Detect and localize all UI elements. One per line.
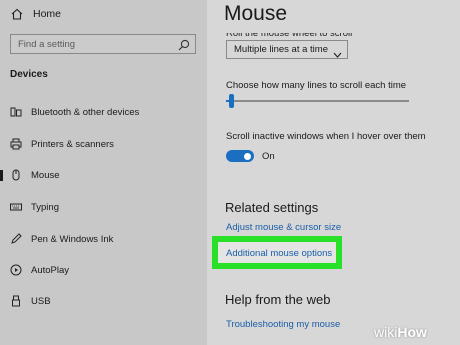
home-nav-item[interactable]: Home [10, 6, 61, 22]
sidebar-item-label: Mouse [31, 169, 60, 181]
help-heading: Help from the web [225, 292, 331, 307]
toggle-knob [244, 152, 251, 160]
lines-slider-label: Choose how many lines to scroll each tim… [226, 80, 407, 91]
troubleshooting-link[interactable]: Troubleshooting my mouse [226, 319, 340, 330]
toggle-state-label: On [262, 151, 275, 162]
home-icon [10, 8, 23, 21]
sidebar-item-label: USB [31, 295, 51, 307]
sidebar-item-label: AutoPlay [31, 264, 70, 276]
sidebar: Home Find a setting Devices Bluetooth & … [0, 0, 207, 345]
sidebar-item-label: Typing [31, 201, 59, 213]
search-input[interactable]: Find a setting [10, 34, 196, 54]
bluetooth-devices-icon [10, 106, 22, 118]
printer-icon [10, 138, 22, 150]
additional-mouse-options-link[interactable]: Additional mouse options [226, 248, 332, 259]
sidebar-item-printers[interactable]: Printers & scanners [0, 133, 207, 155]
scroll-mode-dropdown[interactable]: Multiple lines at a time [226, 40, 348, 59]
sidebar-item-label: Printers & scanners [31, 138, 114, 150]
sidebar-item-bluetooth[interactable]: Bluetooth & other devices [0, 101, 207, 123]
usb-icon [10, 295, 22, 307]
related-settings-heading: Related settings [225, 200, 319, 215]
search-placeholder: Find a setting [18, 39, 76, 50]
search-icon[interactable] [178, 38, 190, 51]
inactive-scroll-label: Scroll inactive windows when I hover ove… [226, 131, 426, 142]
watermark-how: How [397, 324, 427, 340]
dropdown-value: Multiple lines at a time [234, 44, 328, 55]
pen-icon [10, 233, 22, 245]
sidebar-item-pen[interactable]: Pen & Windows Ink [0, 228, 207, 250]
sidebar-item-label: Bluetooth & other devices [31, 106, 140, 118]
slider-thumb[interactable] [229, 94, 234, 108]
page-title: Mouse [224, 2, 288, 25]
chevron-down-icon [333, 46, 342, 58]
inactive-scroll-toggle[interactable] [226, 150, 254, 162]
active-indicator [0, 170, 3, 181]
home-label: Home [33, 8, 62, 20]
sidebar-item-usb[interactable]: USB [0, 290, 207, 312]
sidebar-item-typing[interactable]: Typing [0, 196, 207, 218]
sidebar-item-autoplay[interactable]: AutoPlay [0, 259, 207, 281]
sidebar-item-mouse[interactable]: Mouse [0, 164, 207, 186]
sidebar-item-label: Pen & Windows Ink [31, 233, 114, 245]
lines-slider[interactable] [226, 94, 409, 108]
watermark-wiki: wiki [374, 324, 398, 340]
wikihow-watermark: wikiHow [374, 324, 427, 340]
mouse-icon [10, 169, 22, 181]
autoplay-icon [10, 264, 22, 276]
keyboard-icon [10, 201, 22, 213]
section-label-devices: Devices [10, 69, 48, 80]
adjust-cursor-size-link[interactable]: Adjust mouse & cursor size [226, 222, 341, 233]
